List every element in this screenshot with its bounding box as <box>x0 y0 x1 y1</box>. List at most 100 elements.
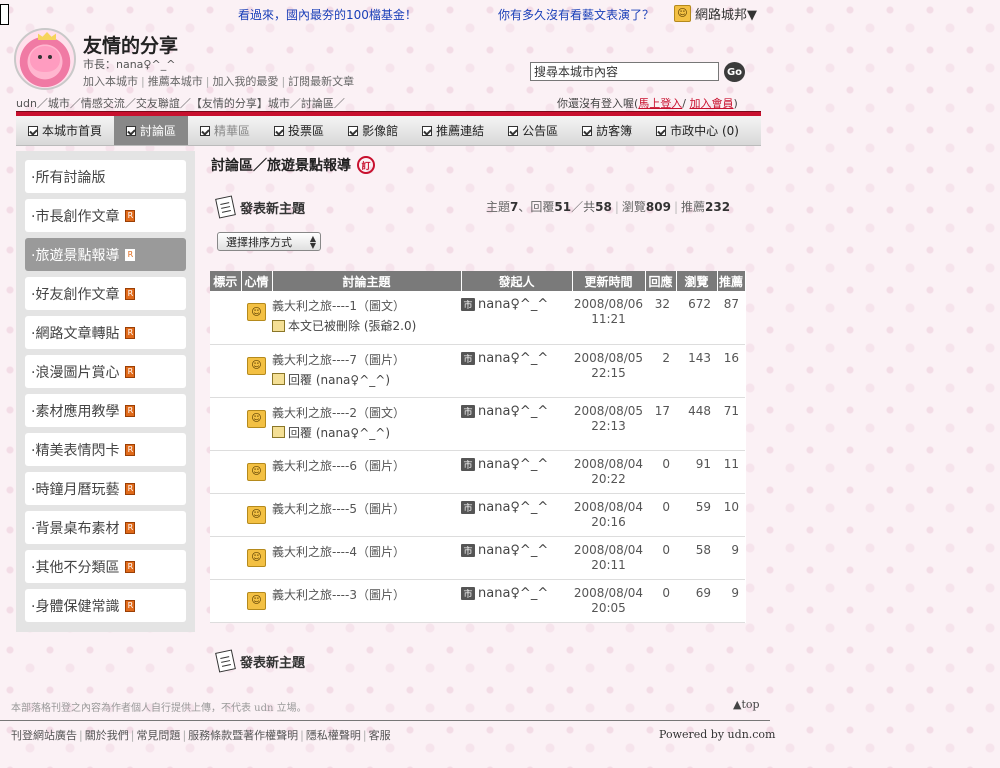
sidebar-item-friend-articles[interactable]: ·好友創作文章 R <box>25 277 186 310</box>
nav-vote[interactable]: 投票區 <box>262 116 336 145</box>
table-row: ☺ 義大利之旅----4（圖片）市 nana♀^_^ 2008/08/04 20:11 0… <box>210 536 745 580</box>
subscribe-link[interactable]: 訂閱最新文章 <box>288 75 354 88</box>
stat-label: 、回覆 <box>518 200 555 214</box>
rss-icon[interactable]: R <box>125 248 136 261</box>
sidebar-item-tutorials[interactable]: ·素材應用教學 R <box>25 394 186 427</box>
cell-recommend: 87 <box>717 291 745 345</box>
top-ad-fund[interactable]: 看過來，國內最夯的100檔基金！ <box>238 6 417 23</box>
cell-updated: 2008/08/05 22:13 <box>572 397 645 451</box>
author-link[interactable]: nana♀^_^ <box>478 500 548 515</box>
col-views[interactable]: 瀏覽 <box>676 271 718 291</box>
board-stats: 主題7、回覆51／共58 | 瀏覽809 | 推薦232 <box>486 200 731 214</box>
col-recommend[interactable]: 推薦 <box>717 271 746 291</box>
back-to-top-link[interactable]: ▲top <box>733 698 760 711</box>
cell-author: 市 nana♀^_^ <box>461 493 572 537</box>
footer-divider <box>0 720 770 721</box>
footer-link-support[interactable]: 客服 <box>369 729 391 742</box>
recommend-city-link[interactable]: 推薦本城市 <box>148 75 203 88</box>
footer-link-terms[interactable]: 服務條款暨著作權聲明 <box>188 729 298 742</box>
rss-icon[interactable]: R <box>125 482 136 495</box>
footer-link-ads[interactable]: 刊登網站廣告 <box>11 729 77 742</box>
rss-icon[interactable]: R <box>125 326 136 339</box>
sidebar-item-travel[interactable]: ·旅遊景點報導 R <box>25 238 186 271</box>
sidebar-item-romantic-pics[interactable]: ·浪漫圖片賞心 R <box>25 355 186 388</box>
latest-reply[interactable]: 本文已被刪除 (張爺2.0) <box>272 317 461 334</box>
rss-icon[interactable]: R <box>125 443 136 456</box>
nav-admin-center[interactable]: 市政中心 (0) <box>644 116 751 145</box>
author-link[interactable]: nana♀^_^ <box>478 404 548 419</box>
topic-subject-link[interactable]: 義大利之旅----7（圖片） <box>272 353 405 367</box>
nav-gallery[interactable]: 影像館 <box>336 116 410 145</box>
city-badge-icon[interactable]: 市 <box>461 351 475 365</box>
footer-link-faq[interactable]: 常見問題 <box>136 729 180 742</box>
col-author[interactable]: 發起人 <box>461 271 573 291</box>
sidebar-item-flash-cards[interactable]: ·精美表情閃卡 R <box>25 433 186 466</box>
latest-reply[interactable]: 回覆 (nana♀^_^) <box>272 424 461 441</box>
topic-subject-link[interactable]: 義大利之旅----1（圖文） <box>272 299 405 313</box>
sidebar-item-mayor-articles[interactable]: ·市長創作文章 R <box>25 199 186 232</box>
city-badge-icon[interactable]: 市 <box>461 298 475 311</box>
rss-icon[interactable]: R <box>125 599 136 612</box>
author-link[interactable]: nana♀^_^ <box>478 586 548 601</box>
city-badge-icon[interactable]: 市 <box>461 500 475 514</box>
register-link[interactable]: 加入會員 <box>690 97 734 110</box>
rss-icon[interactable]: R <box>125 560 136 573</box>
footer-link-privacy[interactable]: 隱私權聲明 <box>306 729 361 742</box>
nav-discussion[interactable]: 討論區 <box>114 116 189 145</box>
col-updated[interactable]: 更新時間 <box>572 271 646 291</box>
latest-reply[interactable]: 回覆 (nana♀^_^) <box>272 371 461 388</box>
city-badge-icon[interactable]: 市 <box>461 404 475 418</box>
topic-subject-link[interactable]: 義大利之旅----5（圖片） <box>272 502 405 516</box>
nav-guestbook[interactable]: 訪客簿 <box>570 116 644 145</box>
cell-mood: ☺ <box>241 397 272 451</box>
new-topic-button-bottom[interactable]: 發表新主題 <box>215 649 305 673</box>
topic-subject-link[interactable]: 義大利之旅----3（圖片） <box>272 588 405 602</box>
cell-views: 448 <box>676 397 717 451</box>
author-link[interactable]: nana♀^_^ <box>478 297 548 312</box>
top-ad-arts[interactable]: 你有多久沒有看藝文表演了？ <box>498 6 654 23</box>
footer-link-about[interactable]: 關於我們 <box>85 729 129 742</box>
search-go-button[interactable]: Go <box>724 62 745 82</box>
rss-icon[interactable]: R <box>125 521 136 534</box>
author-link[interactable]: nana♀^_^ <box>478 351 548 366</box>
rss-icon[interactable]: R <box>125 404 136 417</box>
join-city-link[interactable]: 加入本城市 <box>83 75 138 88</box>
topic-subject-link[interactable]: 義大利之旅----2（圖文） <box>272 406 405 420</box>
sidebar-item-label: ·素材應用教學 <box>31 403 120 420</box>
topic-subject-link[interactable]: 義大利之旅----4（圖片） <box>272 545 405 559</box>
author-link[interactable]: nana♀^_^ <box>478 543 548 558</box>
mayor-name: 市長：nana♀^_^ <box>83 58 176 71</box>
col-subject[interactable]: 討論主題 <box>272 271 462 291</box>
sidebar-item-reposts[interactable]: ·網路文章轉貼 R <box>25 316 186 349</box>
nav-featured[interactable]: 精華區 <box>188 116 262 145</box>
rss-icon[interactable]: R <box>125 287 136 300</box>
city-logo[interactable] <box>14 28 76 90</box>
sidebar-item-wallpapers[interactable]: ·背景桌布素材 R <box>25 511 186 544</box>
city-search-input[interactable] <box>530 62 719 81</box>
subscribe-badge-icon[interactable]: 訂 <box>357 156 375 174</box>
nav-home[interactable]: 本城市首頁 <box>16 116 114 145</box>
city-badge-icon[interactable]: 市 <box>461 586 475 600</box>
topic-subject-link[interactable]: 義大利之旅----6（圖片） <box>272 459 405 473</box>
login-link[interactable]: 馬上登入 <box>638 97 682 110</box>
cell-replies: 0 <box>645 536 676 580</box>
new-topic-button-top[interactable]: 發表新主題 <box>215 195 305 219</box>
nav-links[interactable]: 推薦連結 <box>410 116 496 145</box>
sidebar-item-all[interactable]: ·所有討論版 <box>25 160 186 193</box>
author-link[interactable]: nana♀^_^ <box>478 457 548 472</box>
smiley-face-icon: ☺ <box>247 462 266 481</box>
sort-select[interactable]: 選擇排序方式 ▲ ▼ <box>217 232 321 251</box>
city-badge-icon[interactable]: 市 <box>461 457 475 471</box>
cell-mark <box>210 579 241 623</box>
col-replies[interactable]: 回應 <box>645 271 677 291</box>
city-badge-icon[interactable]: 市 <box>461 543 475 557</box>
sidebar-item-health[interactable]: ·身體保健常識 R <box>25 589 186 622</box>
sidebar-item-misc[interactable]: ·其他不分類區 R <box>25 550 186 583</box>
sidebar-item-clocks[interactable]: ·時鐘月曆玩藝 R <box>25 472 186 505</box>
add-favorite-link[interactable]: 加入我的最愛 <box>212 75 278 88</box>
city-network-menu[interactable]: ☺ 網路城邦▼ <box>674 4 757 23</box>
rss-icon[interactable]: R <box>125 209 136 222</box>
nav-announcements[interactable]: 公告區 <box>496 116 570 145</box>
breadcrumb[interactable]: udn／城市／情感交流／交友聯誼／【友情的分享】城市／討論區／ <box>16 95 345 111</box>
rss-icon[interactable]: R <box>125 365 136 378</box>
